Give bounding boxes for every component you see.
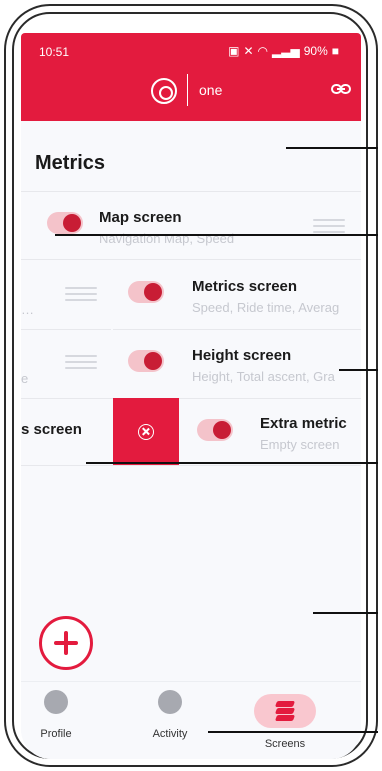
brand-text: one	[199, 82, 223, 98]
nav-tab-activity[interactable]: Activity	[130, 690, 210, 740]
divider	[21, 191, 361, 192]
battery-icon: ■	[331, 44, 339, 58]
app-header: 10:51 ▣ ✕ ◠ ▂▃▅ 90% ■ one	[21, 33, 361, 121]
add-screen-button[interactable]	[39, 616, 93, 670]
bottom-navigation: Profile Activity Screens	[21, 681, 361, 759]
nav-label-activity: Activity	[152, 728, 188, 740]
nav-label-screens: Screens	[264, 738, 306, 750]
metrics-screen-title: Metrics screen	[192, 278, 298, 295]
height-screen-toggle[interactable]	[128, 350, 164, 372]
battery-saver-icon: ▣	[228, 44, 240, 58]
annotation-line	[86, 462, 378, 464]
battery-level: 90%	[303, 44, 328, 58]
wifi-icon: ◠	[257, 44, 269, 58]
annotation-line	[339, 369, 378, 371]
divider	[113, 329, 361, 330]
logo-divider	[187, 74, 188, 106]
divider	[21, 259, 361, 260]
map-screen-title: Map screen	[99, 209, 182, 226]
row-left-fragment: e	[21, 371, 29, 386]
drag-handle-icon[interactable]	[65, 355, 97, 369]
mute-icon: ✕	[243, 44, 254, 58]
annotation-line	[286, 147, 378, 149]
divider	[21, 465, 361, 466]
delete-x-circle-icon	[138, 424, 154, 440]
annotation-line	[55, 234, 378, 236]
map-screen-toggle[interactable]	[47, 212, 83, 234]
swipe-delete-button[interactable]	[113, 398, 179, 465]
nav-tab-screens[interactable]: Screens	[245, 738, 325, 750]
annotation-line	[313, 612, 378, 614]
divider	[21, 398, 361, 399]
drag-handle-icon[interactable]	[65, 287, 97, 301]
screens-list-content: Metrics Map screen Navigation Map, Speed…	[21, 121, 361, 681]
drag-handle-icon[interactable]	[313, 219, 345, 233]
height-screen-subtitle: Height, Total ascent, Gra	[192, 369, 335, 384]
nav-label-profile: Profile	[40, 728, 72, 740]
metrics-screen-subtitle: Speed, Ride time, Averag	[192, 300, 340, 315]
extra-metrics-title: Extra metric	[260, 415, 347, 432]
layers-icon	[274, 701, 296, 721]
page-title: Metrics	[35, 152, 106, 174]
annotation-line	[208, 731, 378, 733]
swiped-row-partial-title: s screen	[21, 421, 82, 438]
nav-selected-indicator	[254, 694, 316, 728]
nav-tab-profile[interactable]: Profile	[21, 690, 96, 740]
status-icons: ▣ ✕ ◠ ▂▃▅ 90% ■	[228, 44, 339, 58]
divider	[21, 329, 111, 330]
signal-icon: ▂▃▅	[272, 44, 300, 58]
link-icon[interactable]	[331, 84, 351, 94]
phone-screen: 10:51 ▣ ✕ ◠ ▂▃▅ 90% ■ one Metrics Map sc…	[21, 33, 361, 759]
app-logo-icon	[151, 78, 177, 104]
height-screen-title: Height screen	[192, 347, 292, 364]
metrics-screen-toggle[interactable]	[128, 281, 164, 303]
extra-metrics-subtitle: Empty screen	[260, 437, 340, 452]
row-left-fragment: …	[21, 302, 34, 317]
status-time: 10:51	[39, 45, 70, 59]
extra-metrics-toggle[interactable]	[197, 419, 233, 441]
profile-icon	[44, 690, 68, 714]
activity-icon	[158, 690, 182, 714]
